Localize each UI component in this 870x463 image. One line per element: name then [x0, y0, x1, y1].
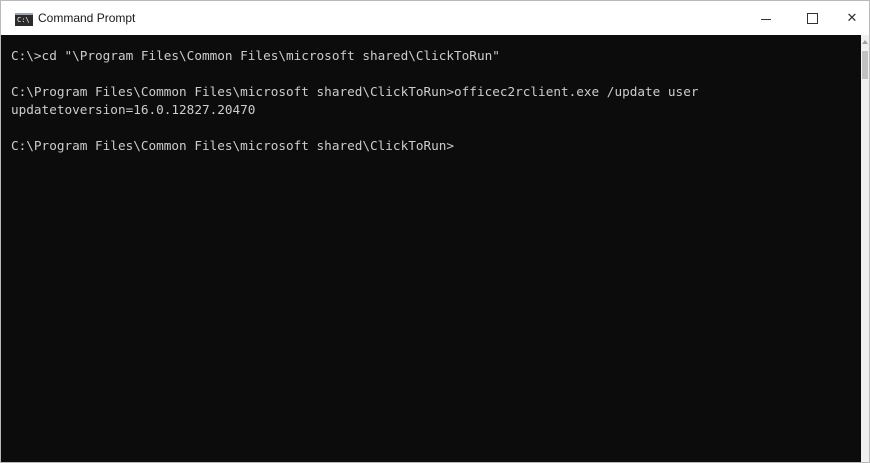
console-prompt-line[interactable]: C:\Program Files\Common Files\microsoft … — [11, 137, 861, 155]
maximize-button[interactable] — [789, 1, 835, 35]
maximize-icon — [806, 12, 818, 24]
window-title: Command Prompt — [38, 11, 136, 25]
vertical-scrollbar[interactable] — [861, 35, 869, 462]
title-bar[interactable]: C:\ Command Prompt ✕ — [1, 1, 869, 35]
console-line: C:\Program Files\Common Files\microsoft … — [11, 84, 699, 99]
minimize-button[interactable] — [743, 1, 789, 35]
close-button[interactable]: ✕ — [835, 1, 869, 35]
scroll-up-arrow-icon — [862, 40, 868, 44]
scroll-thumb[interactable] — [862, 51, 868, 79]
scroll-up-button[interactable] — [861, 35, 869, 49]
cmd-icon[interactable]: C:\ — [15, 13, 33, 26]
console-line: updatetoversion=16.0.12827.20470 — [11, 102, 256, 117]
close-icon: ✕ — [846, 10, 858, 26]
console-output[interactable]: C:\>cd "\Program Files\Common Files\micr… — [1, 35, 861, 462]
command-prompt-window: C:\ Command Prompt ✕ C:\>cd "\Program Fi… — [0, 0, 870, 463]
console-line: C:\>cd "\Program Files\Common Files\micr… — [11, 48, 500, 63]
minimize-icon — [761, 18, 771, 20]
